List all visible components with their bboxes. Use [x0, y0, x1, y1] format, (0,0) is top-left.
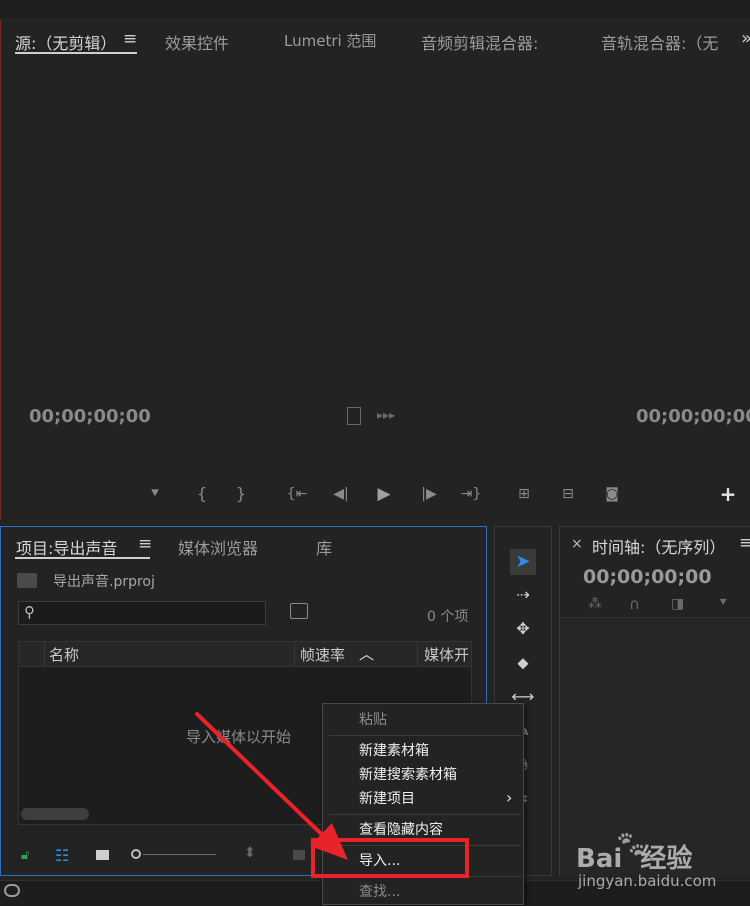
watermark: 🐾︎ Bai 经验 jingyan.baidu.com: [572, 828, 748, 900]
watermark-brand: Bai 经验: [576, 844, 693, 874]
annotation-arrow: [195, 712, 348, 860]
watermark-url: jingyan.baidu.com: [578, 872, 717, 890]
annotation-highlight-box: [311, 838, 469, 878]
